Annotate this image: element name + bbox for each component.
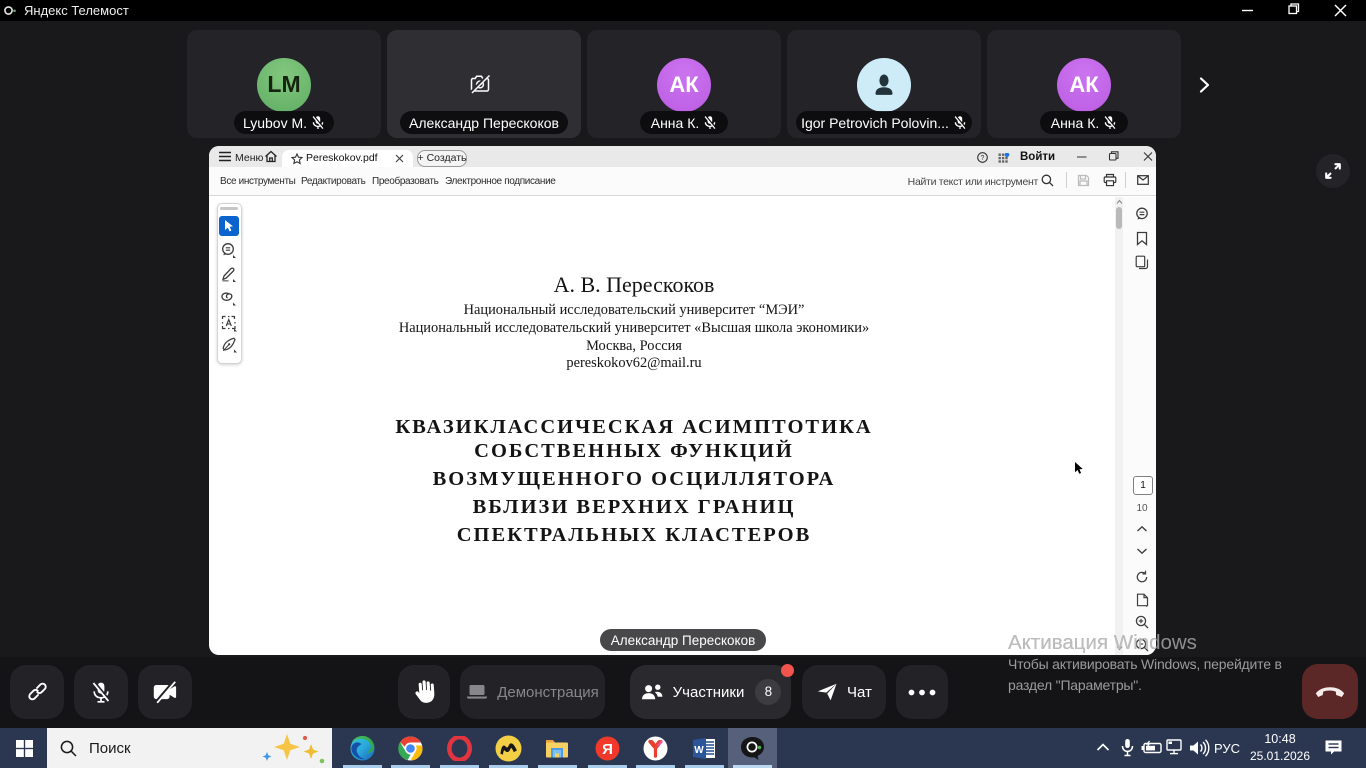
- svg-text:W: W: [694, 745, 704, 756]
- svg-text:Я: Я: [602, 741, 613, 758]
- svg-text:?: ?: [981, 155, 985, 162]
